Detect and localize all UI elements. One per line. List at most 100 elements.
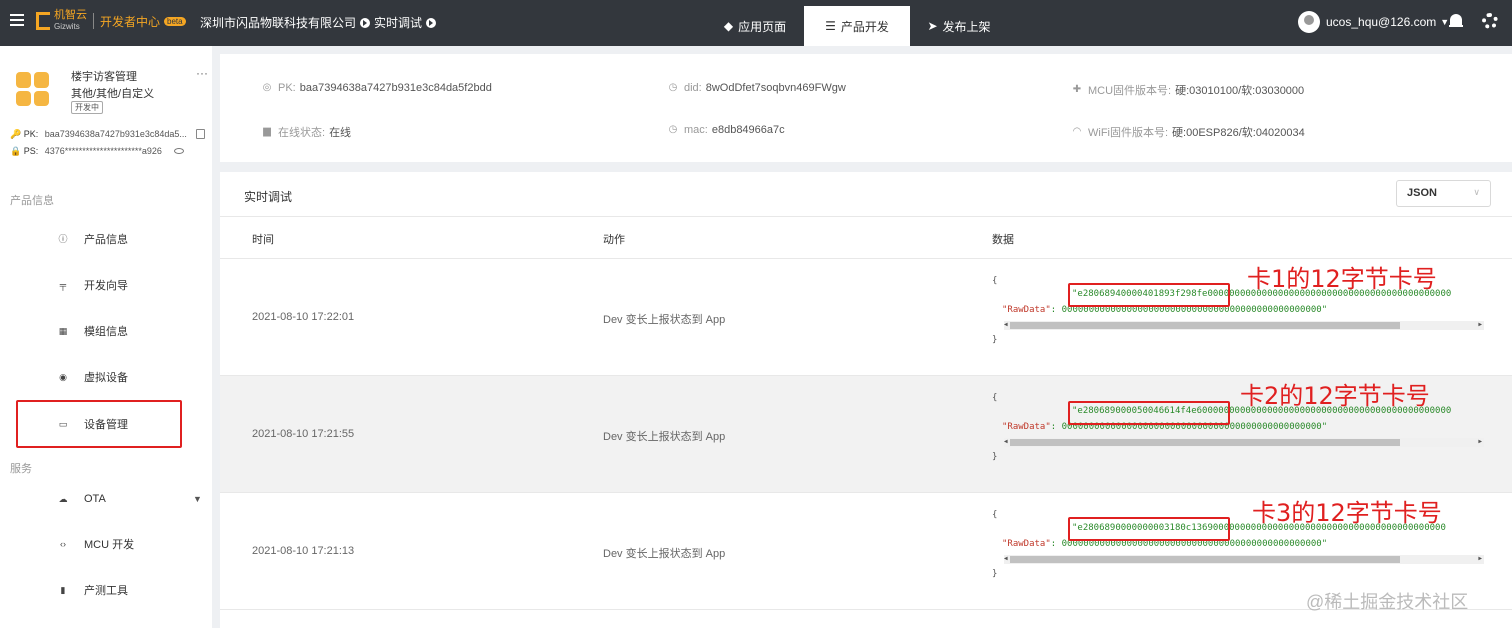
- device-pk: ◎ PK: baa7394638a7427b931e3c84da5f2bdd: [262, 82, 492, 94]
- sliders-icon: ☰: [825, 19, 836, 33]
- sidebar-item-label: 产品信息: [84, 234, 128, 246]
- pk-value: baa7394638a7427b931e3c84da5...: [44, 129, 187, 139]
- sidebar-item-label: 虚拟设备: [84, 372, 128, 384]
- chevron-down-icon: ∨: [1473, 187, 1480, 197]
- hamburger-menu-icon[interactable]: [10, 14, 24, 26]
- signpost-icon: ╤: [59, 280, 67, 290]
- scroll-left-icon[interactable]: ◀: [1004, 321, 1008, 328]
- eye-icon[interactable]: [174, 148, 184, 154]
- scroll-right-icon[interactable]: ▶: [1478, 438, 1482, 445]
- section-product-info: 产品信息: [10, 195, 54, 207]
- device-mac: ◷ mac: e8db84966a7c: [668, 124, 785, 136]
- card-number-highlight: [1068, 401, 1230, 425]
- tab-app-pages[interactable]: ◆ 应用页面: [706, 6, 804, 46]
- scroll-right-icon[interactable]: ▶: [1478, 555, 1482, 562]
- sidebar-item-virtual-device[interactable]: ◉ 虚拟设备: [0, 357, 212, 397]
- tab-product-dev[interactable]: ☰ 产品开发: [804, 6, 910, 46]
- gear-icon[interactable]: [1482, 13, 1498, 29]
- logo-sub: Gizwits: [54, 22, 80, 31]
- annotation-label: 卡3的12字节卡号: [1252, 499, 1442, 527]
- format-select[interactable]: JSON ∨: [1396, 180, 1491, 207]
- clock-icon: ◷: [668, 124, 678, 135]
- company-switcher[interactable]: 深圳市闪品物联科技有限公司 实时调试: [200, 14, 440, 31]
- scroll-left-icon[interactable]: ◀: [1004, 438, 1008, 445]
- sidebar-item-label: OTA: [84, 493, 106, 505]
- json-close-brace: }: [992, 452, 998, 462]
- mcu-value: 硬:03010100/软:03030000: [1175, 85, 1305, 97]
- scroll-thumb[interactable]: [1010, 556, 1400, 563]
- column-header-data: 数据: [992, 234, 1014, 246]
- realtime-debug-panel: 实时调试 JSON ∨ 时间 动作 数据 2021-08-10 17:22:01 …: [220, 172, 1512, 628]
- row-time: 2021-08-10 17:21:13: [252, 545, 355, 557]
- bell-icon[interactable]: [1449, 14, 1463, 30]
- table-row: 2021-08-10 17:21:55 Dev 变长上报状态到 App { "e…: [220, 376, 1512, 493]
- cloud-icon: ☁: [58, 494, 68, 504]
- table-row: 2021-08-10 17:22:01 Dev 变长上报状态到 App { "e…: [220, 259, 1512, 376]
- sidebar-item-label: MCU 开发: [84, 539, 135, 551]
- target-icon: ◎: [262, 82, 272, 93]
- status-badge: 开发中: [71, 101, 103, 114]
- key-icon: 🔑: [10, 129, 22, 139]
- horizontal-scrollbar[interactable]: ◀ ▶: [1004, 555, 1484, 564]
- online-value: 在线: [329, 127, 352, 139]
- ps-value: 4376**********************a926: [44, 146, 162, 156]
- mcu-label: MCU固件版本号:: [1088, 85, 1172, 97]
- tab-label: 产品开发: [840, 19, 889, 34]
- monitor-icon: ▆: [263, 126, 271, 137]
- row-time: 2021-08-10 17:21:55: [252, 428, 355, 440]
- user-menu[interactable]: ucos_hqu@126.com ▼: [1298, 11, 1449, 33]
- pk-value: baa7394638a7427b931e3c84da5f2bdd: [299, 82, 492, 94]
- product-secret-row: 🔒 PS: 4376**********************a926: [10, 146, 162, 157]
- annotation-label: 卡1的12字节卡号: [1247, 265, 1437, 293]
- code-icon: ‹›: [60, 539, 66, 549]
- mac-label: mac:: [684, 124, 708, 136]
- wifi-icon: ◠: [1072, 126, 1082, 137]
- column-header-action: 动作: [603, 234, 625, 246]
- json-key: "RawData": [1002, 422, 1051, 432]
- pk-label: PK:: [278, 82, 296, 94]
- json-open-brace: {: [992, 393, 998, 403]
- horizontal-scrollbar[interactable]: ◀ ▶: [1004, 321, 1484, 330]
- sidebar-item-label: 开发向导: [84, 280, 128, 292]
- info-icon: ⓘ: [58, 234, 68, 244]
- watermark: @稀土掘金技术社区: [1306, 592, 1469, 612]
- sidebar: 楼宇访客管理 其他/其他/自定义 开发中 ··· 🔑 PK: baa739463…: [0, 46, 212, 628]
- sidebar-item-label: 模组信息: [84, 326, 128, 338]
- sidebar-item-module-info[interactable]: ▦ 模组信息: [0, 311, 212, 351]
- highlight-box: [16, 400, 182, 448]
- diamond-icon: ◆: [723, 19, 734, 33]
- sidebar-item-dev-guide[interactable]: ╤ 开发向导: [0, 265, 212, 305]
- sidebar-item-label: 产测工具: [84, 585, 128, 597]
- column-header-time: 时间: [252, 234, 274, 246]
- scroll-thumb[interactable]: [1010, 322, 1400, 329]
- sidebar-item-mcu-dev[interactable]: ‹› MCU 开发: [0, 524, 212, 564]
- sidebar-item-product-info[interactable]: ⓘ 产品信息: [0, 219, 212, 259]
- chevron-down-icon: ▼: [1440, 17, 1450, 27]
- puzzle-icon: ✚: [1072, 84, 1082, 95]
- send-icon: ➤: [927, 19, 938, 33]
- json-close-brace: }: [992, 335, 998, 345]
- product-name: 楼宇访客管理: [71, 71, 137, 83]
- caret-circle-icon: [426, 17, 437, 28]
- more-icon[interactable]: ···: [196, 66, 208, 80]
- logo-text: 机智云: [54, 9, 87, 21]
- sidebar-item-ota[interactable]: ☁ OTA ▼: [0, 479, 212, 519]
- device-mcu-version: ✚ MCU固件版本号: 硬:03010100/软:03030000: [1072, 82, 1304, 98]
- scroll-right-icon[interactable]: ▶: [1478, 321, 1482, 328]
- top-bar: 机智云 Gizwits 开发者中心 beta 深圳市闪品物联科技有限公司 实时调试…: [0, 0, 1512, 46]
- logo-divider: [93, 13, 94, 29]
- scroll-thumb[interactable]: [1010, 439, 1400, 446]
- gizwits-logo-icon: [36, 12, 50, 30]
- pk-label: PK:: [23, 129, 39, 139]
- device-wifi-version: ◠ WiFi固件版本号: 硬:00ESP826/软:04020034: [1072, 124, 1305, 140]
- tab-label: 发布上架: [942, 19, 991, 34]
- device-info-card: ◎ PK: baa7394638a7427b931e3c84da5f2bdd ◷ di…: [220, 54, 1512, 162]
- logo[interactable]: 机智云 Gizwits 开发者中心 beta: [36, 10, 186, 32]
- tab-publish[interactable]: ➤ 发布上架: [910, 6, 1008, 46]
- wifi-value: 硬:00ESP826/软:04020034: [1172, 127, 1305, 139]
- dev-center-label: 开发者中心: [100, 14, 161, 29]
- copy-icon[interactable]: [196, 129, 205, 139]
- horizontal-scrollbar[interactable]: ◀ ▶: [1004, 438, 1484, 447]
- scroll-left-icon[interactable]: ◀: [1004, 555, 1008, 562]
- sidebar-item-test-tool[interactable]: ▮ 产测工具: [0, 570, 212, 610]
